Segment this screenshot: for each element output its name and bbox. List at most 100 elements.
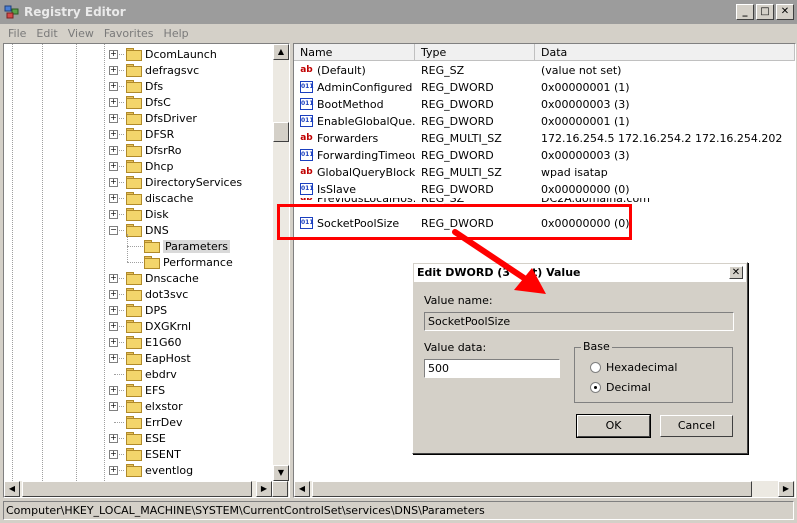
tree-item-directoryservices[interactable]: DirectoryServices [126, 174, 242, 190]
scroll-right-icon[interactable]: ▶ [778, 481, 794, 497]
expand-icon[interactable]: + [109, 50, 118, 59]
ok-button[interactable]: OK [576, 414, 651, 438]
expand-icon[interactable]: + [109, 290, 118, 299]
scroll-right-icon[interactable]: ▶ [256, 481, 272, 497]
value-row[interactable]: 011 ForwardingTimeout REG_DWORD 0x00000003 … [294, 147, 794, 164]
tree-item-label: DXGKrnl [145, 319, 192, 333]
expand-icon[interactable]: + [109, 98, 118, 107]
tree-item-dfsdriver[interactable]: DfsDriver [126, 110, 197, 126]
hexadecimal-radio[interactable] [590, 362, 601, 373]
expand-icon[interactable]: + [109, 466, 118, 475]
tree-item-dnscache[interactable]: Dnscache [126, 270, 199, 286]
tree-item-eaphost[interactable]: EapHost [126, 350, 191, 366]
expand-icon[interactable]: + [109, 402, 118, 411]
minimize-button[interactable]: _ [736, 4, 754, 20]
tree-item-parameters[interactable]: Parameters [144, 238, 230, 254]
tree-item-defragsvc[interactable]: defragsvc [126, 62, 199, 78]
tree-item-dfs[interactable]: Dfs [126, 78, 163, 94]
expand-icon[interactable]: + [109, 434, 118, 443]
value-name-field[interactable]: SocketPoolSize [424, 312, 734, 331]
column-header-data[interactable]: Data [535, 44, 795, 61]
expand-icon[interactable]: + [109, 386, 118, 395]
title-bar[interactable]: Registry Editor _ □ ✕ [0, 0, 797, 24]
value-row[interactable]: 011 BootMethod REG_DWORD 0x00000003 (3) [294, 96, 794, 113]
tree-item-disk[interactable]: Disk [126, 206, 169, 222]
string-value-icon: ab [300, 65, 313, 75]
menu-view[interactable]: View [68, 27, 94, 40]
expand-icon[interactable]: + [109, 450, 118, 459]
expand-icon[interactable]: + [109, 274, 118, 283]
tree-item-ese[interactable]: ESE [126, 430, 166, 446]
tree-item-performance[interactable]: Performance [144, 254, 233, 270]
tree-item-ebdrv[interactable]: ebdrv [126, 366, 177, 382]
maximize-button[interactable]: □ [756, 4, 774, 20]
menu-help[interactable]: Help [164, 27, 189, 40]
menu-file[interactable]: File [8, 27, 26, 40]
collapse-icon[interactable]: − [109, 226, 118, 235]
value-data-input[interactable]: 500 [424, 359, 560, 378]
tree-item-dns[interactable]: DNS [126, 222, 169, 238]
tree-item-dfsr[interactable]: DFSR [126, 126, 174, 142]
value-row[interactable]: ab GlobalQueryBlock... REG_MULTI_SZ wpad is… [294, 164, 794, 181]
scroll-down-icon[interactable]: ▼ [273, 465, 289, 481]
tree-item-eventlog[interactable]: eventlog [126, 462, 193, 478]
scroll-left-icon[interactable]: ◀ [294, 481, 310, 497]
horizontal-scroll-thumb[interactable] [22, 481, 252, 497]
tree-guide-line [127, 262, 143, 263]
column-header-name[interactable]: Name [294, 44, 415, 61]
scroll-left-icon[interactable]: ◀ [4, 481, 20, 497]
close-button[interactable]: ✕ [776, 4, 794, 20]
scroll-up-icon[interactable]: ▲ [273, 44, 289, 60]
tree-item-label: discache [145, 191, 194, 205]
expand-icon[interactable]: + [109, 210, 118, 219]
tree-item-dfsrro[interactable]: DfsrRo [126, 142, 181, 158]
expand-icon[interactable]: + [109, 162, 118, 171]
expand-icon[interactable]: + [109, 194, 118, 203]
menu-favorites[interactable]: Favorites [104, 27, 154, 40]
expand-icon[interactable]: + [109, 82, 118, 91]
value-row[interactable]: 011 IsSlave REG_DWORD 0x00000000 (0) [294, 181, 794, 198]
value-row[interactable]: 011 AdminConfigured REG_DWORD 0x00000001 (1… [294, 79, 794, 96]
registry-tree[interactable]: + DcomLaunch + defragsvc + Dfs + DfsC + DfsDriver… [3, 43, 290, 498]
tree-item-dfsc[interactable]: DfsC [126, 94, 171, 110]
expand-icon[interactable]: + [109, 354, 118, 363]
tree-item-dot3svc[interactable]: dot3svc [126, 286, 188, 302]
expand-icon[interactable]: + [109, 306, 118, 315]
value-row[interactable]: ab Forwarders REG_MULTI_SZ 172.16.254.5 172… [294, 130, 794, 147]
list-horizontal-scrollbar[interactable]: ◀ ▶ [294, 481, 795, 497]
expand-icon[interactable]: + [109, 114, 118, 123]
dialog-title-bar[interactable]: Edit DWORD (3 t) Value ✕ [414, 264, 746, 282]
dialog-close-button[interactable]: ✕ [729, 266, 743, 279]
tree-item-dps[interactable]: DPS [126, 302, 167, 318]
tree-item-e1g60[interactable]: E1G60 [126, 334, 181, 350]
value-row[interactable]: 011 EnableGlobalQue... REG_DWORD 0x00000001… [294, 113, 794, 130]
expand-icon[interactable]: + [109, 146, 118, 155]
scroll-thumb[interactable] [273, 122, 289, 142]
cancel-button[interactable]: Cancel [660, 415, 733, 437]
column-header-type[interactable]: Type [415, 44, 535, 61]
hexadecimal-label[interactable]: Hexadecimal [606, 361, 677, 374]
tree-item-efs[interactable]: EFS [126, 382, 165, 398]
tree-item-dhcp[interactable]: Dhcp [126, 158, 173, 174]
tree-guide-line [42, 44, 43, 481]
expand-icon[interactable]: + [109, 322, 118, 331]
tree-item-esent[interactable]: ESENT [126, 446, 181, 462]
tree-item-dcomlaunch[interactable]: DcomLaunch [126, 46, 217, 62]
decimal-label[interactable]: Decimal [606, 381, 651, 394]
menu-edit[interactable]: Edit [36, 27, 57, 40]
expand-icon[interactable]: + [109, 178, 118, 187]
horizontal-scroll-thumb[interactable] [312, 481, 752, 497]
expand-icon[interactable]: + [109, 338, 118, 347]
expand-icon[interactable]: + [109, 130, 118, 139]
tree-item-discache[interactable]: discache [126, 190, 193, 206]
decimal-radio[interactable] [590, 382, 601, 393]
expand-icon[interactable]: + [109, 66, 118, 75]
tree-item-errdev[interactable]: ErrDev [126, 414, 183, 430]
value-row[interactable]: ab (Default) REG_SZ (value not set) [294, 62, 794, 79]
binary-value-icon: 011 [300, 183, 314, 195]
tree-item-elxstor[interactable]: elxstor [126, 398, 183, 414]
tree-item-dxgkrnl[interactable]: DXGKrnl [126, 318, 191, 334]
tree-horizontal-scrollbar[interactable]: ◀ ▶ [4, 481, 289, 497]
tree-item-label: DcomLaunch [145, 47, 217, 61]
tree-vertical-scrollbar[interactable]: ▲ ▼ [273, 44, 289, 481]
